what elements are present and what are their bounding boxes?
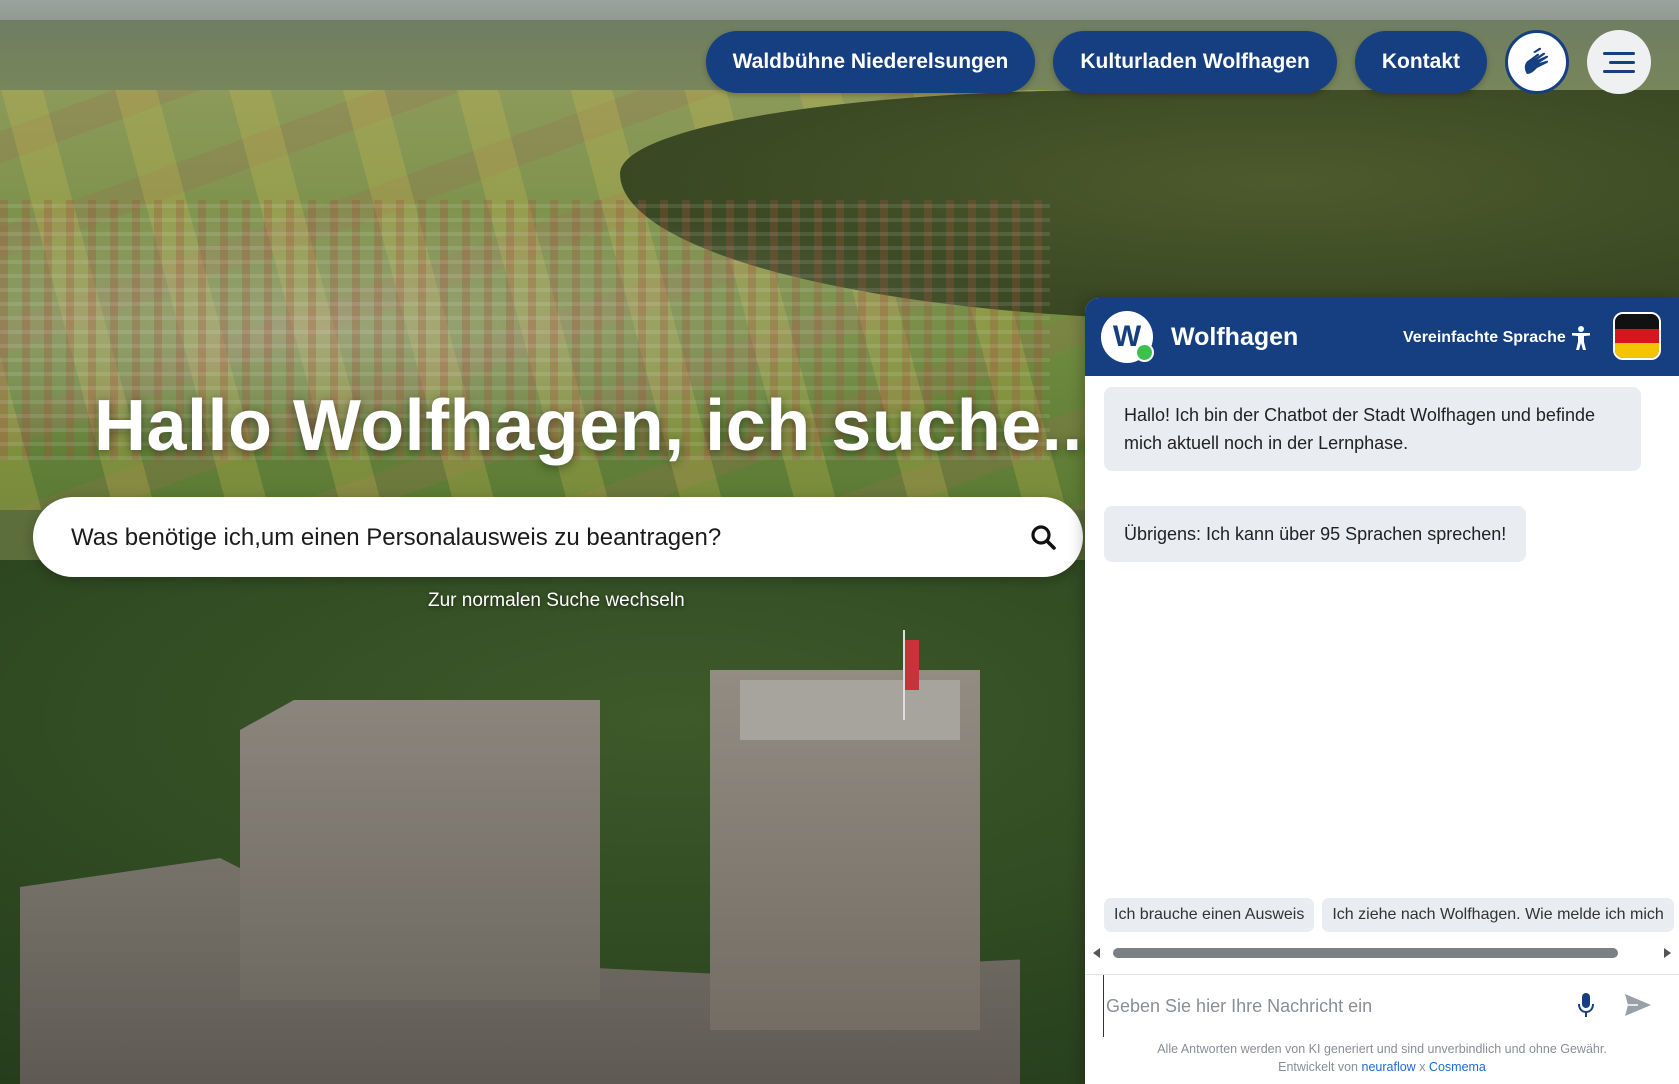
cosmema-link[interactable]: Cosmema [1429, 1060, 1486, 1074]
voice-input-button[interactable] [1573, 991, 1599, 1019]
microphone-icon [1578, 993, 1594, 1017]
menu-button[interactable] [1587, 30, 1651, 94]
search-button[interactable] [1025, 519, 1061, 555]
bot-message: Hallo! Ich bin der Chatbot der Stadt Wol… [1104, 387, 1641, 471]
ai-disclaimer: Alle Antworten werden von KI generiert u… [1085, 1040, 1679, 1076]
nav-kulturladen-button[interactable]: Kulturladen Wolfhagen [1053, 31, 1337, 93]
sign-language-button[interactable] [1505, 30, 1569, 94]
scroll-right-icon[interactable] [1664, 948, 1671, 958]
hamburger-menu-icon [1603, 46, 1635, 79]
online-status-indicator [1135, 343, 1154, 362]
ai-search-box [33, 497, 1083, 579]
disclaimer-separator: x [1419, 1060, 1426, 1074]
search-icon [1031, 525, 1056, 550]
castle-tower-platform [740, 680, 960, 740]
neuraflow-link[interactable]: neuraflow [1362, 1060, 1416, 1074]
switch-to-normal-search-link[interactable]: Zur normalen Suche wechseln [428, 590, 685, 612]
scroll-left-icon[interactable] [1093, 948, 1100, 958]
sign-language-hands-icon [1524, 47, 1549, 74]
german-flag-icon[interactable] [1613, 312, 1661, 360]
chat-composer [1085, 974, 1679, 1037]
top-navigation: Waldbühne Niederelsungen Kulturladen Wol… [705, 30, 1651, 94]
quick-reply-ummelden[interactable]: Ich ziehe nach Wolfhagen. Wie melde ich … [1322, 898, 1674, 932]
ai-search-input[interactable] [69, 497, 1013, 579]
castle-keep-left [240, 700, 600, 1000]
quick-reply-ausweis[interactable]: Ich brauche einen Ausweis [1104, 898, 1315, 932]
castle-ruin-image [20, 670, 1030, 1084]
bot-message: Übrigens: Ich kann über 95 Sprachen spre… [1104, 506, 1527, 562]
chat-title: Wolfhagen [1171, 323, 1299, 351]
quick-replies-scrollbar[interactable] [1093, 946, 1671, 960]
chat-header: W Wolfhagen Vereinfachte Sprache [1085, 298, 1679, 376]
developed-by-line: Entwickelt von neuraflow x Cosmema [1085, 1058, 1679, 1076]
disclaimer-text: Alle Antworten werden von KI generiert u… [1157, 1042, 1607, 1056]
accessibility-person-icon [1571, 326, 1590, 350]
chatbot-widget: W Wolfhagen Vereinfachte Sprache Hallo! … [1085, 298, 1679, 1084]
castle-flag [905, 640, 919, 690]
send-icon [1625, 994, 1651, 1016]
simple-language-toggle[interactable]: Vereinfachte Sprache [1403, 325, 1592, 351]
chat-avatar: W [1101, 311, 1154, 363]
nav-waldbuehne-button[interactable]: Waldbühne Niederelsungen [705, 31, 1036, 93]
developed-by-label: Entwickelt von [1278, 1060, 1359, 1074]
hero-title: Hallo Wolfhagen, ich suche... [94, 386, 1104, 466]
quick-replies: Ich brauche einen Ausweis Ich ziehe nach… [1104, 898, 1674, 932]
scrollbar-thumb[interactable] [1113, 948, 1618, 958]
send-message-button[interactable] [1623, 991, 1653, 1019]
simple-language-label: Vereinfachte Sprache [1403, 329, 1566, 346]
chat-message-input[interactable] [1103, 975, 1548, 1037]
nav-kontakt-button[interactable]: Kontakt [1354, 31, 1487, 93]
